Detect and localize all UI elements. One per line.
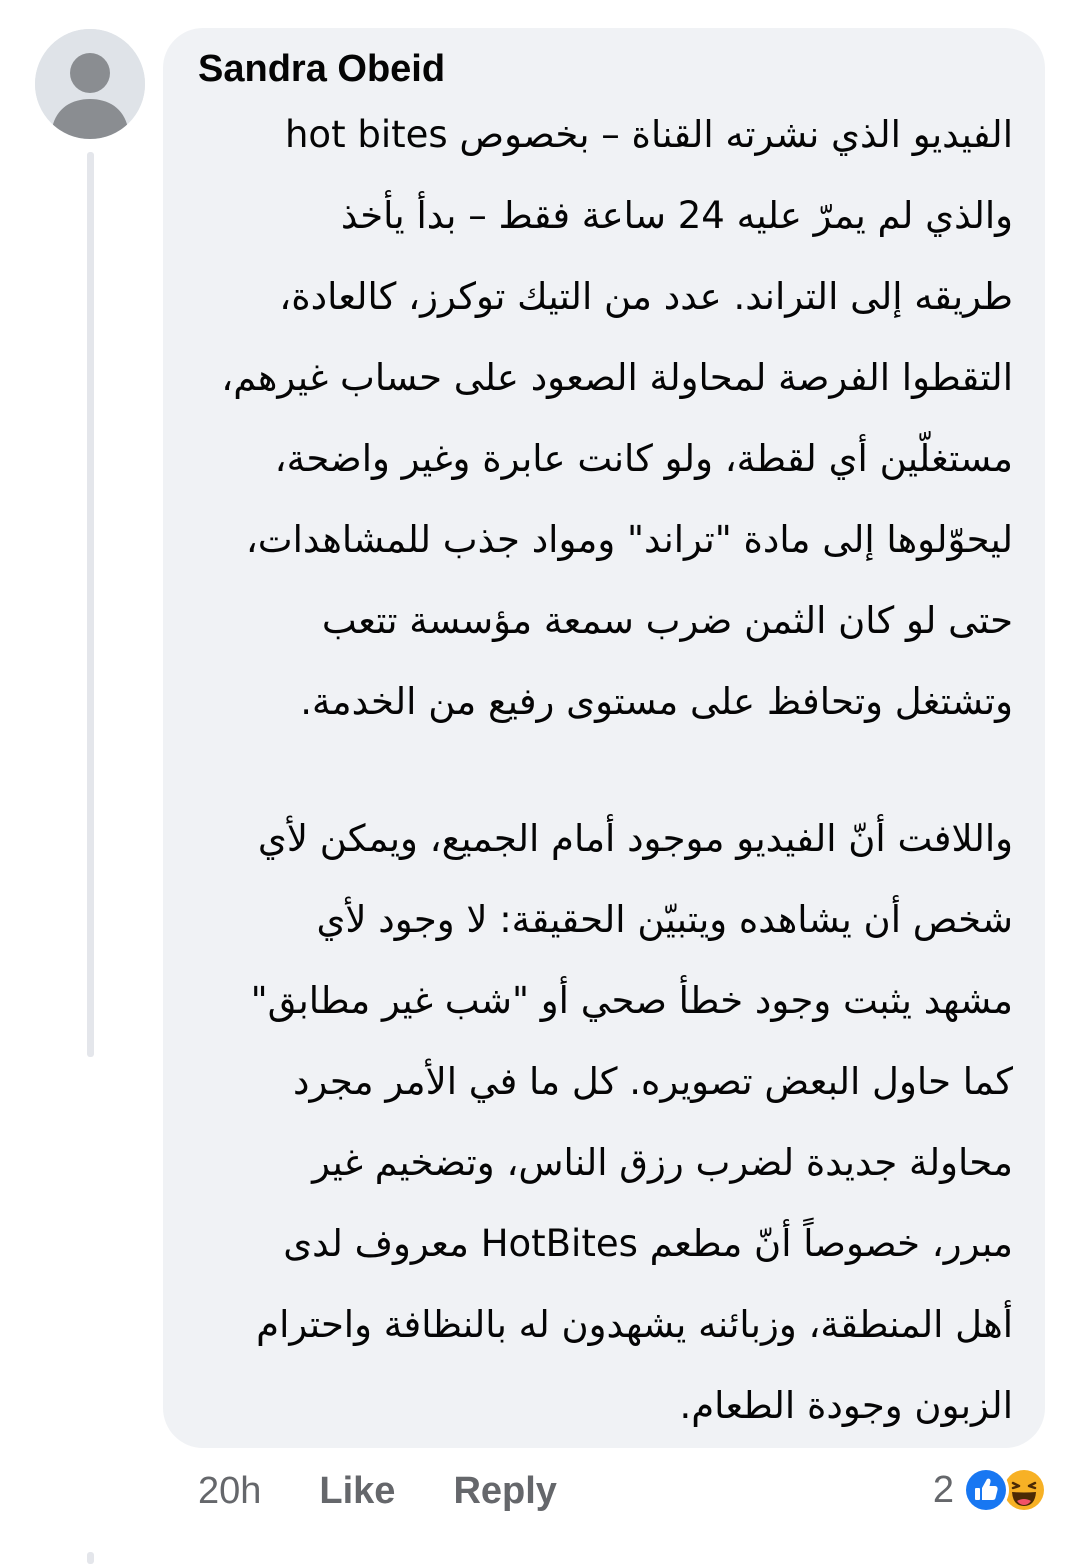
reply-thread-line-bottom xyxy=(87,1552,94,1564)
reply-thread-line xyxy=(87,152,94,1057)
reaction-icons xyxy=(962,1466,1047,1514)
comment-line: والذي لم يمرّ عليه 24 ساعة فقط – بدأ يأخ… xyxy=(340,194,1013,237)
comment-line: كما حاول البعض تصويره. كل ما في الأمر مج… xyxy=(293,1060,1013,1103)
comment-line: ليحوّلوها إلى مادة "تراند" ومواد جذب للم… xyxy=(245,518,1013,561)
comment-line: أهل المنطقة، وزبائنه يشهدون له بالنظافة … xyxy=(256,1303,1013,1346)
comment-line: شخص أن يشاهده ويتبيّن الحقيقة: لا وجود ل… xyxy=(316,898,1013,941)
comment-line: مستغلّين أي لقطة، ولو كانت عابرة وغير وا… xyxy=(274,437,1013,480)
reactions-summary[interactable]: 2 xyxy=(932,1464,1047,1516)
avatar[interactable] xyxy=(35,29,145,139)
like-button[interactable]: Like xyxy=(319,1470,395,1513)
comment-line: واللافت أنّ الفيديو موجود أمام الجميع، و… xyxy=(257,817,1013,860)
comment-text: الفيديو الذي نشرته القناة – بخصوص hot bi… xyxy=(193,94,1013,1446)
comment-paragraph: واللافت أنّ الفيديو موجود أمام الجميع، و… xyxy=(193,798,1013,1446)
comment-line: مبرر، خصوصاً أنّ مطعم HotBites معروف لدى xyxy=(283,1222,1013,1265)
comment-author[interactable]: Sandra Obeid xyxy=(198,46,445,92)
comment-line: حتى لو كان الثمن ضرب سمعة مؤسسة تتعب xyxy=(321,599,1013,642)
reply-button[interactable]: Reply xyxy=(453,1470,556,1513)
comment-line: التقطوا الفرصة لمحاولة الصعود على حساب غ… xyxy=(221,356,1013,399)
comment-line: وتشتغل وتحافظ على مستوى رفيع من الخدمة. xyxy=(300,680,1013,723)
comment-paragraph: الفيديو الذي نشرته القناة – بخصوص hot bi… xyxy=(193,94,1013,742)
default-profile-icon xyxy=(35,29,145,139)
comment-actions: 20h Like Reply xyxy=(198,1466,557,1516)
comment-line: الزبون وجودة الطعام. xyxy=(679,1384,1014,1427)
like-reaction-icon xyxy=(963,1467,1009,1513)
comment-timestamp[interactable]: 20h xyxy=(198,1470,261,1513)
comment-bubble: Sandra Obeid الفيديو الذي نشرته القناة –… xyxy=(163,28,1045,1448)
comment-line: مشهد يثبت وجود خطأ صحي أو "شب غير مطابق" xyxy=(250,979,1013,1022)
comment-line: محاولة جديدة لضرب رزق الناس، وتضخيم غير xyxy=(312,1141,1013,1184)
comment-line: الفيديو الذي نشرته القناة – بخصوص hot bi… xyxy=(284,113,1013,156)
reaction-count: 2 xyxy=(932,1468,954,1511)
comment-line: طريقه إلى التراند. عدد من التيك توكرز، ك… xyxy=(279,275,1013,318)
